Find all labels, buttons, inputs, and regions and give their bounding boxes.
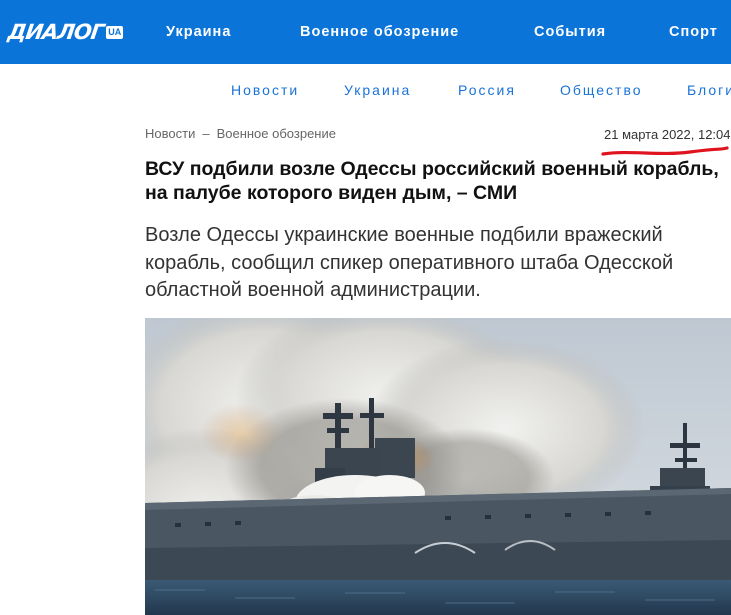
breadcrumb-news[interactable]: Новости: [145, 126, 195, 141]
publish-date: 21 марта 2022, 12:04: [604, 127, 731, 142]
nav-item-sport[interactable]: Спорт: [669, 24, 718, 40]
breadcrumb-military-review[interactable]: Военное обозрение: [217, 126, 336, 141]
subnav-item-society[interactable]: Общество: [560, 82, 643, 98]
breadcrumb-separator: –: [202, 126, 210, 141]
article-lead: Возле Одессы украинские военные подбили …: [145, 224, 674, 301]
nav-item-events[interactable]: События: [534, 24, 606, 40]
main-nav: Украина Военное обозрение События Спорт: [0, 24, 731, 44]
article-photo: [145, 318, 731, 615]
subnav-item-russia[interactable]: Россия: [458, 82, 516, 98]
subnav-item-news[interactable]: Новости: [231, 82, 299, 98]
warship-with-smoke-image: [145, 318, 731, 615]
subnav-item-ukraine[interactable]: Украина: [344, 82, 411, 98]
nav-item-ukraine[interactable]: Украина: [166, 24, 231, 40]
site-header: ДИАЛОГ UA Украина Военное обозрение Собы…: [0, 0, 731, 64]
secondary-nav: Новости Украина Россия Общество Блоги: [0, 80, 731, 102]
breadcrumb: Новости – Военное обозрение: [145, 126, 336, 141]
nav-item-military-review[interactable]: Военное обозрение: [300, 24, 459, 40]
subnav-item-blogs[interactable]: Блоги: [687, 82, 731, 98]
article-title: ВСУ подбили возле Одессы российский воен…: [145, 158, 719, 204]
